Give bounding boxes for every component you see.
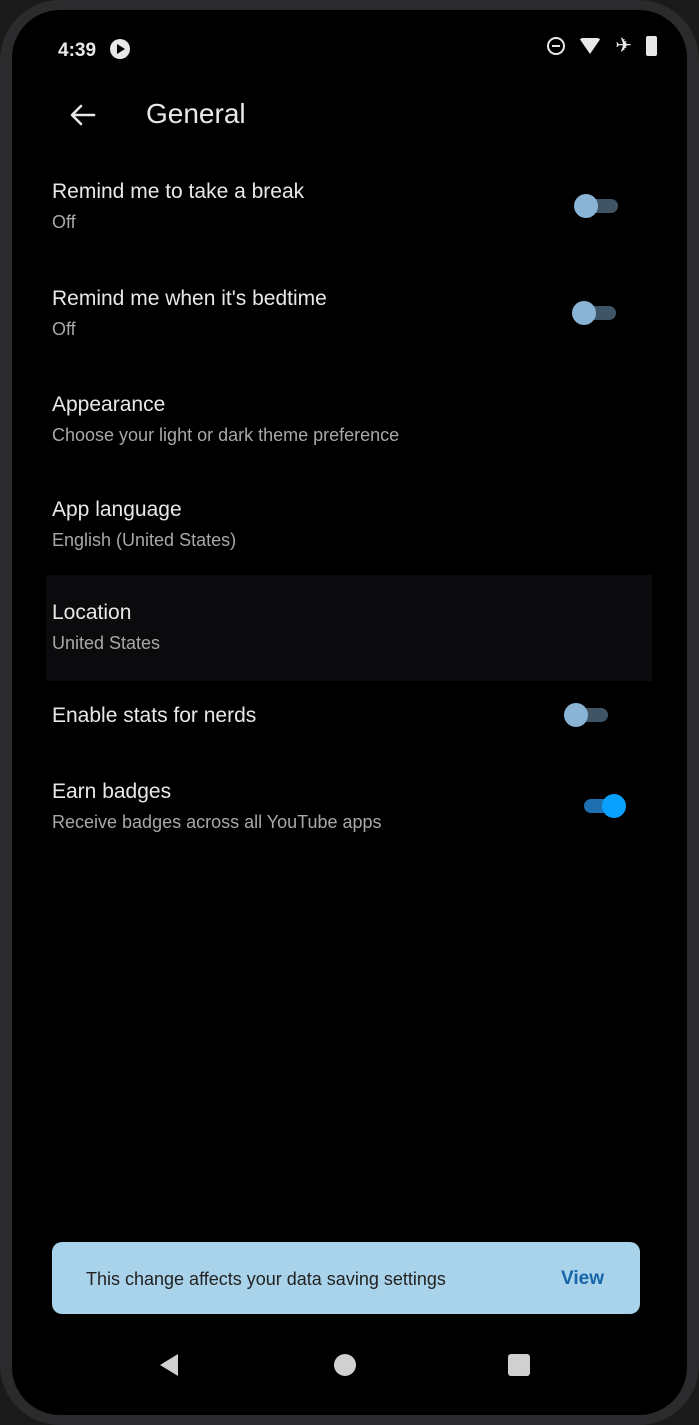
battery-icon: [646, 36, 657, 56]
setting-subtitle: Choose your light or dark theme preferen…: [52, 425, 400, 445]
system-nav-bar: [12, 1340, 687, 1400]
arrow-left-icon: [70, 104, 96, 126]
toggle-thumb: [572, 301, 596, 325]
do-not-disturb-icon: [547, 37, 566, 55]
top-app-bar: General: [12, 90, 687, 150]
wifi-icon: [579, 38, 602, 54]
setting-appearance[interactable]: Appearance Choose your light or dark the…: [52, 393, 652, 457]
setting-take-a-break[interactable]: Remind me to take a break Off: [52, 180, 652, 244]
status-bar: 4:39 ✈: [12, 10, 687, 70]
snackbar: This change affects your data saving set…: [52, 1242, 640, 1314]
setting-subtitle: Off: [52, 212, 76, 232]
recents-square-icon[interactable]: [508, 1354, 530, 1376]
status-time: 4:39: [58, 40, 97, 61]
phone-frame: 4:39 ✈ General Remind me to take a break…: [0, 0, 699, 1425]
back-triangle-icon[interactable]: [160, 1354, 178, 1376]
setting-title: Enable stats for nerds: [52, 704, 257, 727]
setting-subtitle: United States: [52, 633, 161, 653]
earn-badges-toggle[interactable]: [580, 794, 626, 818]
setting-stats-for-nerds[interactable]: Enable stats for nerds: [52, 703, 652, 744]
bedtime-toggle[interactable]: [572, 301, 618, 325]
setting-subtitle: Receive badges across all YouTube apps: [52, 812, 382, 832]
toggle-thumb: [602, 794, 626, 818]
snackbar-message: This change affects your data saving set…: [86, 1269, 446, 1289]
toggle-thumb: [574, 194, 598, 218]
airplane-icon: ✈: [615, 35, 632, 57]
take-a-break-toggle[interactable]: [574, 194, 620, 218]
back-button[interactable]: [62, 94, 104, 136]
snackbar-view-button[interactable]: View: [561, 1268, 604, 1290]
home-circle-icon[interactable]: [334, 1354, 356, 1376]
screen: 4:39 ✈ General Remind me to take a break…: [12, 10, 687, 1415]
setting-title: App language: [52, 498, 182, 521]
setting-title: Remind me to take a break: [52, 180, 305, 203]
play-icon: [110, 39, 130, 59]
setting-title: Earn badges: [52, 780, 172, 803]
status-icons: ✈: [547, 36, 657, 56]
page-title: General: [146, 98, 246, 129]
setting-title: Remind me when it's bedtime: [52, 287, 327, 310]
toggle-thumb: [564, 703, 588, 727]
setting-title: Appearance: [52, 393, 166, 416]
setting-bedtime-reminder[interactable]: Remind me when it's bedtime Off: [52, 287, 652, 351]
setting-earn-badges[interactable]: Earn badges Receive badges across all Yo…: [52, 780, 652, 844]
setting-subtitle: English (United States): [52, 530, 237, 550]
setting-title: Location: [52, 601, 132, 624]
setting-location[interactable]: Location United States: [52, 601, 652, 665]
setting-subtitle: Off: [52, 319, 76, 339]
setting-app-language[interactable]: App language English (United States): [52, 498, 652, 562]
stats-for-nerds-toggle[interactable]: [564, 703, 610, 727]
